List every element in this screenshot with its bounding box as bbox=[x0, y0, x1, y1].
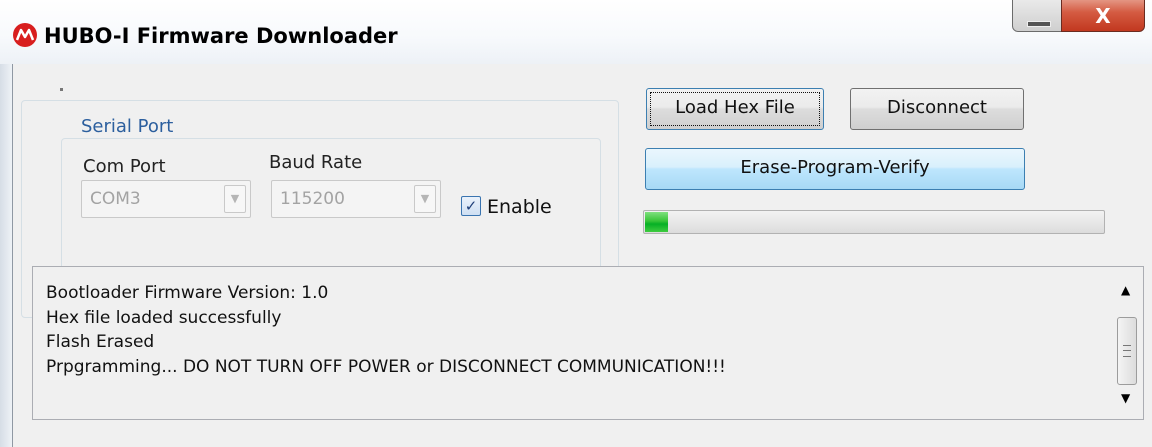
group-caption-dot bbox=[60, 88, 63, 91]
client-area: Serial Port Com Port COM3 ▼ Baud Rate 11… bbox=[13, 64, 1152, 447]
serial-port-legend: Serial Port bbox=[77, 116, 178, 137]
log-line: Bootloader Firmware Version: 1.0 bbox=[46, 283, 329, 303]
progress-bar-fill bbox=[645, 212, 668, 232]
scroll-up-arrow-icon[interactable]: ▲ bbox=[1121, 283, 1130, 297]
window-title: HUBO-I Firmware Downloader bbox=[44, 24, 398, 48]
chevron-down-icon[interactable]: ▼ bbox=[414, 185, 436, 213]
minimize-icon[interactable] bbox=[1012, 0, 1062, 32]
com-port-select[interactable]: COM3 ▼ bbox=[81, 180, 251, 218]
title-bar[interactable]: HUBO-I Firmware Downloader X bbox=[0, 0, 1152, 64]
log-line: Prpgramming... DO NOT TURN OFF POWER or … bbox=[46, 356, 726, 377]
com-port-label: Com Port bbox=[83, 156, 166, 177]
com-port-value: COM3 bbox=[90, 189, 141, 209]
chevron-down-icon[interactable]: ▼ bbox=[224, 185, 246, 213]
progress-bar bbox=[643, 210, 1105, 234]
grip-icon bbox=[1123, 345, 1131, 357]
microchip-logo-icon bbox=[13, 23, 37, 47]
enable-label[interactable]: Enable bbox=[487, 196, 552, 218]
log-textbox[interactable]: Bootloader Firmware Version: 1.0 Hex fil… bbox=[32, 266, 1144, 420]
baud-rate-value: 115200 bbox=[280, 189, 345, 209]
baud-rate-select[interactable]: 115200 ▼ bbox=[271, 180, 441, 218]
scrollbar-thumb[interactable] bbox=[1117, 317, 1137, 385]
disconnect-button[interactable]: Disconnect bbox=[850, 88, 1024, 130]
window-frame-left bbox=[0, 64, 13, 447]
scroll-down-arrow-icon[interactable]: ▼ bbox=[1121, 391, 1130, 405]
enable-checkbox[interactable]: ✓ bbox=[461, 196, 481, 216]
log-line: Hex file loaded successfully bbox=[46, 307, 282, 328]
app-window: HUBO-I Firmware Downloader X Serial Port… bbox=[0, 0, 1152, 447]
erase-program-verify-button[interactable]: Erase-Program-Verify bbox=[645, 148, 1025, 190]
log-lines: Bootloader Firmware Version: 1.0 Hex fil… bbox=[46, 281, 726, 379]
close-icon[interactable]: X bbox=[1061, 0, 1145, 32]
load-hex-file-button[interactable]: Load Hex File bbox=[646, 88, 824, 130]
baud-rate-label: Baud Rate bbox=[269, 152, 363, 173]
log-line: Flash Erased bbox=[46, 332, 155, 352]
